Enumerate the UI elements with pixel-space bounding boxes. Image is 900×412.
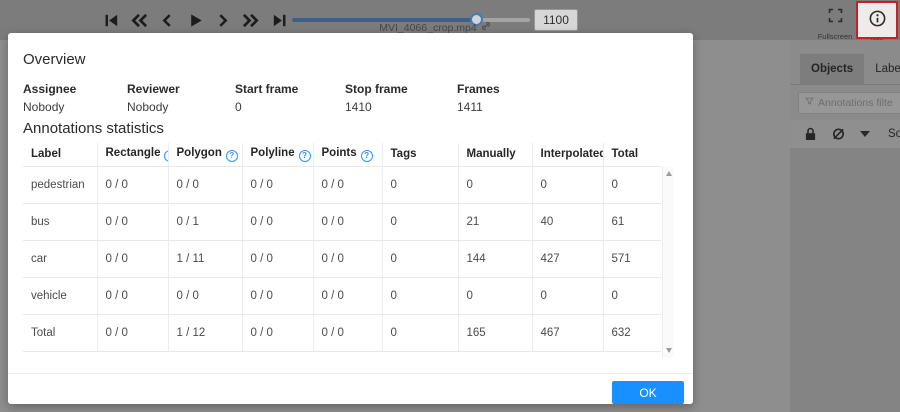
annotations-filter-input[interactable]: Annotations filte bbox=[798, 92, 900, 114]
table-header-row: Label Rectangle? Polygon? Polyline? Poin… bbox=[23, 143, 661, 167]
info-icon bbox=[868, 9, 887, 33]
field-value: Nobody bbox=[23, 100, 65, 114]
col-total: Total bbox=[603, 143, 661, 167]
statistics-title: Annotations statistics bbox=[23, 120, 164, 137]
filter-placeholder: Annotations filte bbox=[818, 97, 893, 109]
field-label: Assignee bbox=[23, 82, 77, 96]
col-polyline: Polyline? bbox=[242, 143, 314, 167]
backward-icon bbox=[129, 11, 149, 30]
hide-eye-icon[interactable] bbox=[831, 127, 846, 141]
first-frame-button[interactable] bbox=[100, 7, 122, 33]
frame-number-input[interactable]: 1100 bbox=[534, 9, 578, 31]
objects-list-area bbox=[790, 148, 900, 412]
sidebar-tabs: Objects Labels bbox=[790, 54, 900, 85]
field-label: Reviewer bbox=[127, 82, 180, 96]
field-start-frame: Start frame 0 bbox=[235, 82, 345, 114]
sidebar-actions-row: So bbox=[790, 120, 900, 148]
field-assignee: Assignee Nobody bbox=[23, 82, 127, 114]
table-row-total: Total 0 / 01 / 12 0 / 00 / 0 0 165 467 632 bbox=[23, 314, 661, 352]
objects-sidebar: Objects Labels Annotations filte So bbox=[790, 40, 900, 412]
field-value: 1410 bbox=[345, 100, 372, 114]
help-icon[interactable]: ? bbox=[225, 149, 238, 162]
field-value: 0 bbox=[235, 100, 242, 114]
col-manually: Manually bbox=[458, 143, 533, 167]
scroll-down-icon[interactable] bbox=[666, 348, 672, 353]
playback-controls bbox=[100, 7, 290, 33]
forward-icon bbox=[241, 11, 261, 30]
toolbar-right-tools: Fullscreen Info bbox=[814, 0, 898, 45]
lock-icon[interactable] bbox=[804, 127, 817, 141]
next-frame-icon bbox=[214, 11, 232, 30]
statistics-table: Label Rectangle? Polygon? Polyline? Poin… bbox=[23, 143, 674, 357]
media-filename: MVI_4066_crop.mp4 bbox=[330, 22, 540, 33]
previous-frame-icon bbox=[158, 11, 176, 30]
col-polygon: Polygon? bbox=[168, 143, 243, 167]
backward-button[interactable] bbox=[128, 7, 150, 33]
field-label: Frames bbox=[457, 82, 500, 96]
tab-objects[interactable]: Objects bbox=[800, 54, 865, 84]
first-frame-icon bbox=[102, 11, 121, 30]
col-tags: Tags bbox=[382, 143, 459, 167]
field-label: Stop frame bbox=[345, 82, 408, 96]
play-icon bbox=[186, 11, 205, 30]
col-rectangle: Rectangle? bbox=[97, 143, 169, 167]
col-interpolated: Interpolated bbox=[532, 143, 604, 167]
table-row: car 0 / 01 / 11 0 / 00 / 0 0 144 427 571 bbox=[23, 240, 661, 278]
job-info-modal: Overview Assignee Nobody Reviewer Nobody… bbox=[8, 33, 693, 404]
table-row: bus 0 / 00 / 10 / 00 / 0 0 21 40 61 bbox=[23, 203, 661, 241]
help-icon[interactable]: ? bbox=[164, 149, 167, 162]
field-label: Start frame bbox=[235, 82, 299, 96]
col-points: Points? bbox=[313, 143, 383, 167]
table-row: vehicle 0 / 00 / 00 / 00 / 00000 bbox=[23, 277, 661, 315]
table-row: pedestrian 0 / 00 / 00 / 00 / 00000 bbox=[23, 166, 661, 204]
last-frame-icon bbox=[270, 11, 289, 30]
help-icon[interactable]: ? bbox=[298, 149, 311, 162]
field-stop-frame: Stop frame 1410 bbox=[345, 82, 457, 114]
field-reviewer: Reviewer Nobody bbox=[127, 82, 235, 114]
last-frame-button[interactable] bbox=[268, 7, 290, 33]
play-button[interactable] bbox=[184, 7, 206, 33]
sort-label: So bbox=[888, 128, 900, 140]
tab-labels[interactable]: Labels bbox=[864, 54, 900, 84]
field-frames: Frames 1411 bbox=[457, 82, 500, 114]
table-scrollbar[interactable] bbox=[662, 167, 674, 357]
filter-funnel-icon bbox=[804, 97, 815, 109]
fullscreen-button[interactable]: Fullscreen bbox=[814, 0, 856, 41]
link-icon[interactable] bbox=[481, 22, 491, 33]
field-value: Nobody bbox=[127, 100, 169, 114]
col-label: Label bbox=[23, 143, 98, 167]
forward-button[interactable] bbox=[240, 7, 262, 33]
field-value: 1411 bbox=[457, 100, 483, 114]
info-button[interactable]: Info bbox=[856, 1, 898, 45]
scroll-up-icon[interactable] bbox=[666, 171, 672, 176]
help-icon[interactable]: ? bbox=[360, 149, 373, 162]
fullscreen-icon bbox=[827, 7, 844, 29]
overview-fields: Assignee Nobody Reviewer Nobody Start fr… bbox=[23, 82, 500, 114]
modal-footer: OK bbox=[8, 373, 693, 404]
ok-button[interactable]: OK bbox=[612, 381, 684, 404]
next-frame-button[interactable] bbox=[212, 7, 234, 33]
overview-title: Overview bbox=[23, 51, 86, 68]
expand-caret-icon[interactable] bbox=[860, 131, 870, 137]
previous-frame-button[interactable] bbox=[156, 7, 178, 33]
